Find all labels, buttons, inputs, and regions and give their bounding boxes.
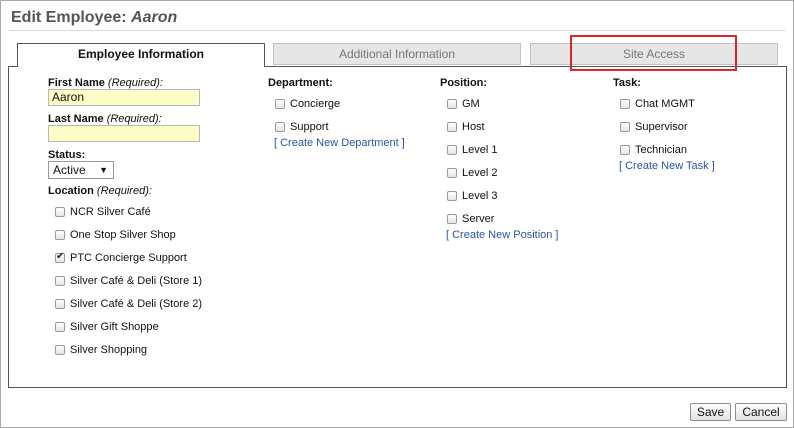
status-value: Active: [53, 163, 86, 177]
checkbox-icon[interactable]: [55, 322, 65, 332]
tab-employee-information[interactable]: Employee Information: [17, 43, 265, 67]
position-checkbox-server[interactable]: Server: [447, 213, 494, 225]
edit-employee-dialog: Edit Employee: Aaron Employee Informatio…: [0, 0, 794, 428]
employee-name: Aaron: [131, 9, 178, 26]
position-checkbox-level-3[interactable]: Level 3: [447, 190, 497, 202]
title-prefix: Edit Employee:: [11, 9, 127, 26]
first-name-input[interactable]: Aaron: [48, 89, 200, 106]
checkbox-checked-icon[interactable]: [55, 251, 65, 263]
checkbox-icon[interactable]: [275, 99, 285, 109]
checkbox-icon[interactable]: [55, 345, 65, 355]
site-access-highlight-box: [570, 35, 737, 71]
checkbox-icon[interactable]: [447, 99, 457, 109]
last-name-label: Last Name (Required):: [48, 113, 162, 125]
checkbox-icon[interactable]: [447, 191, 457, 201]
department-checkbox-support[interactable]: Support: [275, 121, 329, 133]
task-label: Task:: [613, 77, 641, 89]
task-checkbox-technician[interactable]: Technician: [620, 144, 687, 156]
checkbox-icon[interactable]: [55, 207, 65, 217]
create-new-task-link[interactable]: [ Create New Task ]: [619, 160, 715, 172]
first-name-label: First Name (Required):: [48, 77, 163, 89]
chevron-down-icon: ▼: [99, 165, 108, 175]
location-label: Location (Required):: [48, 185, 152, 197]
checkbox-icon[interactable]: [55, 299, 65, 309]
create-new-position-link[interactable]: [ Create New Position ]: [446, 229, 559, 241]
checkbox-icon[interactable]: [620, 99, 630, 109]
position-checkbox-level-2[interactable]: Level 2: [447, 167, 497, 179]
location-checkbox-ncr-silver-cafe[interactable]: NCR Silver Café: [55, 206, 151, 218]
location-checkbox-silver-cafe-deli-store-2[interactable]: Silver Café & Deli (Store 2): [55, 298, 202, 310]
checkbox-icon[interactable]: [447, 214, 457, 224]
checkbox-icon[interactable]: [447, 145, 457, 155]
task-checkbox-supervisor[interactable]: Supervisor: [620, 121, 688, 133]
save-button[interactable]: Save: [690, 403, 731, 421]
location-checkbox-silver-gift-shoppe[interactable]: Silver Gift Shoppe: [55, 321, 159, 333]
position-label: Position:: [440, 77, 488, 89]
location-checkbox-ptc-concierge-support[interactable]: PTC Concierge Support: [55, 251, 187, 264]
checkbox-icon[interactable]: [447, 168, 457, 178]
checkbox-icon[interactable]: [620, 145, 630, 155]
location-checkbox-silver-cafe-deli-store-1[interactable]: Silver Café & Deli (Store 1): [55, 275, 202, 287]
checkbox-icon[interactable]: [447, 122, 457, 132]
cancel-button[interactable]: Cancel: [735, 403, 787, 421]
title-divider: [9, 30, 785, 31]
dialog-title: Edit Employee: Aaron: [11, 9, 177, 27]
checkbox-icon[interactable]: [620, 122, 630, 132]
checkbox-icon[interactable]: [55, 230, 65, 240]
last-name-input[interactable]: [48, 125, 200, 142]
status-select[interactable]: Active ▼: [48, 161, 114, 179]
position-checkbox-host[interactable]: Host: [447, 121, 485, 133]
checkbox-icon[interactable]: [55, 276, 65, 286]
position-checkbox-level-1[interactable]: Level 1: [447, 144, 497, 156]
create-new-department-link[interactable]: [ Create New Department ]: [274, 137, 405, 149]
tab-additional-information[interactable]: Additional Information: [273, 43, 521, 65]
department-label: Department:: [268, 77, 333, 89]
status-label: Status:: [48, 149, 86, 161]
location-checkbox-silver-shopping[interactable]: Silver Shopping: [55, 344, 147, 356]
department-checkbox-concierge[interactable]: Concierge: [275, 98, 340, 110]
location-checkbox-one-stop-silver-shop[interactable]: One Stop Silver Shop: [55, 229, 176, 241]
position-checkbox-gm[interactable]: GM: [447, 98, 480, 110]
checkbox-icon[interactable]: [275, 122, 285, 132]
task-checkbox-chat-mgmt[interactable]: Chat MGMT: [620, 98, 695, 110]
